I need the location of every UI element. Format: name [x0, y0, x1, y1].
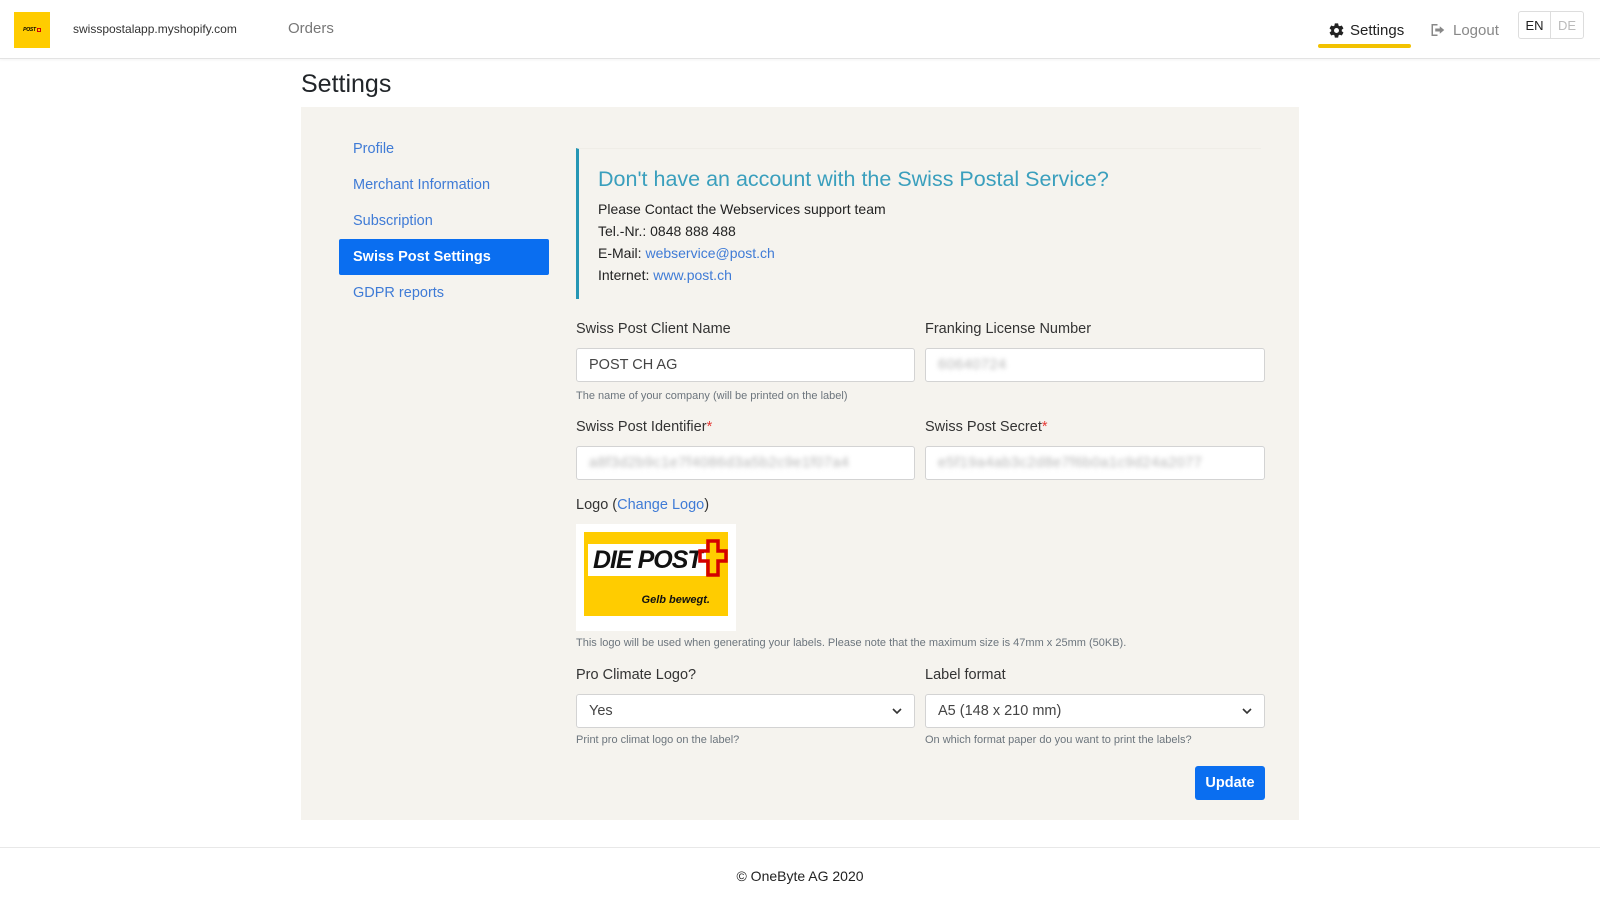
change-logo-link[interactable]: Change Logo — [617, 497, 704, 513]
footer: © OneByte AG 2020 — [0, 847, 1600, 900]
active-tab-indicator — [1318, 44, 1411, 48]
identifier-value: a8f3d2b9c1e7f4086d3a5b2c9e1f07a4 — [589, 455, 850, 471]
sidebar-item-swiss-post-settings[interactable]: Swiss Post Settings — [339, 239, 549, 275]
settings-panel: Profile Merchant Information Subscriptio… — [301, 107, 1299, 820]
required-asterisk: * — [706, 419, 713, 435]
label-format-select[interactable]: A5 (148 x 210 mm) — [925, 694, 1265, 728]
swiss-cross-icon — [698, 539, 728, 577]
update-button[interactable]: Update — [1195, 766, 1265, 800]
logo-help: This logo will be used when generating y… — [576, 637, 1127, 649]
secret-input[interactable]: e5f19a4ab3c2d8e7f6b0a1c9d24a2077 — [925, 446, 1265, 480]
info-phone-number: 0848 888 488 — [650, 223, 736, 239]
nav-settings[interactable]: Settings — [1318, 12, 1414, 48]
client-name-input[interactable]: POST CH AG — [576, 348, 915, 382]
sidebar-item-merchant-information[interactable]: Merchant Information — [339, 167, 549, 203]
client-name-value: POST CH AG — [589, 357, 678, 373]
logout-icon — [1431, 24, 1445, 36]
required-asterisk: * — [1041, 419, 1048, 435]
franking-license-label: Franking License Number — [925, 321, 1092, 337]
nav-settings-label: Settings — [1350, 21, 1405, 39]
brand-logo-cross — [36, 28, 41, 32]
settings-sidebar: Profile Merchant Information Subscriptio… — [339, 131, 549, 311]
logo-label-prefix: Logo ( — [576, 497, 618, 513]
lang-de-button[interactable]: DE — [1551, 12, 1583, 38]
logo-label: Logo (Change Logo) — [576, 497, 709, 513]
label-format-label: Label format — [925, 667, 1006, 683]
gear-icon — [1329, 22, 1344, 38]
info-email: E-Mail: webservice@post.ch — [598, 242, 1241, 264]
secret-label-text: Swiss Post Secret — [925, 419, 1042, 435]
sidebar-item-profile[interactable]: Profile — [339, 131, 549, 167]
page-title: Settings — [301, 70, 392, 98]
logo-preview: DIE POST Gelb bewegt. — [576, 524, 736, 631]
logo-label-suffix: ) — [704, 497, 710, 513]
identifier-label-text: Swiss Post Identifier — [576, 419, 707, 435]
info-support-text: Please Contact the Webservices support t… — [598, 201, 886, 217]
info-email-prefix: E-Mail: — [598, 245, 646, 261]
franking-license-input[interactable]: 60640724 — [925, 348, 1265, 382]
lang-en-button[interactable]: EN — [1519, 12, 1551, 38]
info-internet-prefix: Internet: — [598, 267, 654, 283]
nav-orders[interactable]: Orders — [288, 20, 334, 37]
pro-climate-value: Yes — [589, 703, 613, 719]
logo-tagline: Gelb bewegt. — [641, 594, 710, 606]
die-post-logo-image: DIE POST Gelb bewegt. — [584, 532, 728, 616]
sidebar-item-gdpr-reports[interactable]: GDPR reports — [339, 275, 549, 311]
chevron-down-icon — [892, 707, 902, 714]
client-name-help: The name of your company (will be printe… — [576, 390, 848, 402]
identifier-input[interactable]: a8f3d2b9c1e7f4086d3a5b2c9e1f07a4 — [576, 446, 915, 480]
identifier-label: Swiss Post Identifier* — [576, 419, 712, 435]
nav-logout-label: Logout — [1453, 21, 1499, 39]
top-navbar: POST swisspostalapp.myshopify.com Orders… — [0, 0, 1600, 59]
swiss-post-brand-logo[interactable]: POST — [14, 12, 50, 48]
account-info-callout: Don't have an account with the Swiss Pos… — [576, 148, 1261, 299]
chevron-down-icon — [1242, 707, 1252, 714]
secret-label: Swiss Post Secret* — [925, 419, 1048, 435]
client-name-label: Swiss Post Client Name — [576, 321, 731, 337]
secret-value: e5f19a4ab3c2d8e7f6b0a1c9d24a2077 — [938, 455, 1203, 471]
website-link[interactable]: www.post.ch — [653, 267, 732, 283]
nav-logout[interactable]: Logout — [1430, 12, 1499, 48]
franking-license-value: 60640724 — [938, 357, 1007, 373]
copyright-text: © OneByte AG 2020 — [736, 868, 864, 884]
pro-climate-label: Pro Climate Logo? — [576, 667, 697, 683]
label-format-help: On which format paper do you want to pri… — [925, 734, 1192, 746]
info-phone-prefix: Tel.-Nr.: — [598, 223, 651, 239]
sidebar-item-subscription[interactable]: Subscription — [339, 203, 549, 239]
brand-logo-mark: POST — [23, 27, 36, 33]
info-phone: Tel.-Nr.: 0848 888 488 — [598, 220, 1241, 242]
shop-name: swisspostalapp.myshopify.com — [73, 22, 237, 36]
email-link[interactable]: webservice@post.ch — [645, 245, 774, 261]
logo-main-text: DIE POST — [593, 546, 703, 574]
pro-climate-select[interactable]: Yes — [576, 694, 915, 728]
label-format-value: A5 (148 x 210 mm) — [938, 703, 1062, 719]
language-switcher: EN DE — [1518, 11, 1584, 39]
info-title: Don't have an account with the Swiss Pos… — [598, 167, 1109, 191]
pro-climate-help: Print pro climat logo on the label? — [576, 734, 740, 746]
info-internet: Internet: www.post.ch — [598, 264, 1241, 286]
